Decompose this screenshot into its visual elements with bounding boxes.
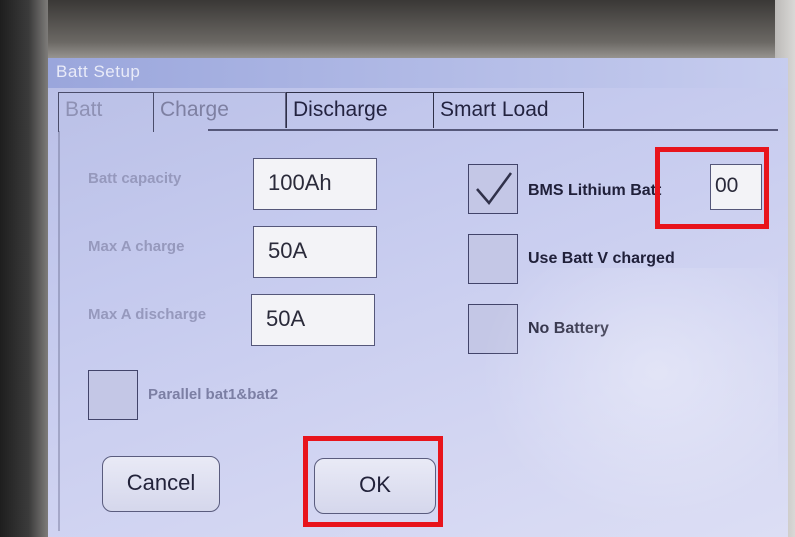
- tab-charge[interactable]: Charge: [154, 92, 286, 128]
- panel-edge: [58, 131, 60, 531]
- screen-glare: [478, 268, 778, 528]
- tab-batt[interactable]: Batt: [58, 92, 154, 132]
- batt-capacity-field[interactable]: 100Ah: [253, 158, 377, 210]
- parallel-label: Parallel bat1&bat2: [148, 386, 279, 403]
- highlight-box-bms-batt: [655, 147, 769, 229]
- tab-smart-load[interactable]: Smart Load: [434, 92, 584, 128]
- bms-lithium-checkbox[interactable]: [468, 164, 518, 214]
- cancel-button[interactable]: Cancel: [102, 456, 220, 512]
- title-bar: Batt Setup: [48, 58, 788, 88]
- device-bezel-left: [0, 0, 48, 537]
- checkmark-icon: [476, 172, 513, 206]
- max-discharge-label: Max A discharge: [88, 306, 207, 323]
- tab-underline: [208, 129, 778, 131]
- no-battery-label: No Battery: [528, 320, 609, 337]
- max-discharge-field[interactable]: 50A: [251, 294, 375, 346]
- highlight-box-ok: [303, 436, 443, 527]
- parallel-checkbox[interactable]: [88, 370, 138, 420]
- tab-discharge[interactable]: Discharge: [286, 92, 434, 128]
- device-bezel-top: [0, 0, 795, 60]
- max-charge-field[interactable]: 50A: [253, 226, 377, 278]
- window-title: Batt Setup: [56, 62, 141, 81]
- max-charge-label: Max A charge: [88, 238, 185, 255]
- no-battery-checkbox[interactable]: [468, 304, 518, 354]
- batt-capacity-label: Batt capacity: [88, 170, 182, 187]
- use-batt-v-label: Use Batt V charged: [528, 250, 675, 267]
- use-batt-v-checkbox[interactable]: [468, 234, 518, 284]
- bms-lithium-label: BMS Lithium Batt: [528, 182, 662, 199]
